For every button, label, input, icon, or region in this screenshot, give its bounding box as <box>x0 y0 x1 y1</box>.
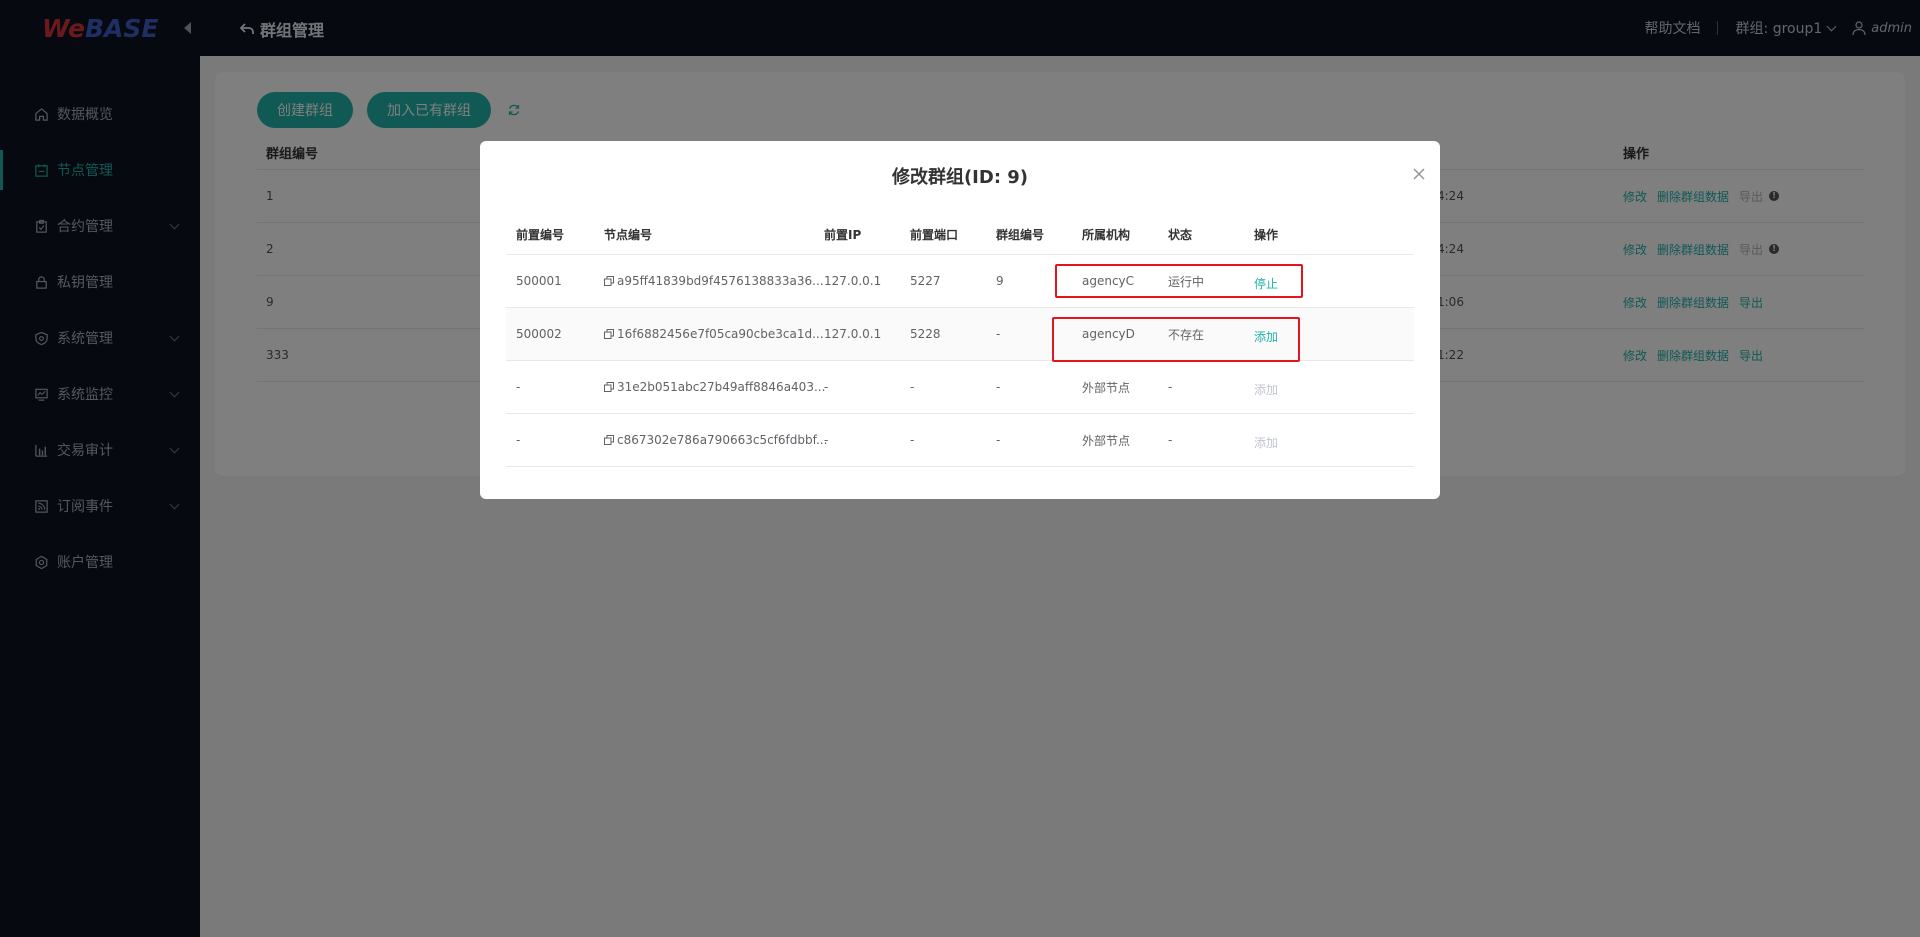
table-row: - 31e2b051abc27b49aff8846a403... - - - 外… <box>506 361 1414 414</box>
front-port-cell: - <box>910 380 915 394</box>
node-id-text: 31e2b051abc27b49aff8846a403... <box>617 380 826 394</box>
close-icon[interactable] <box>1412 167 1426 181</box>
copy-icon[interactable] <box>604 382 614 392</box>
front-ip-cell: - <box>824 433 829 447</box>
front-id-cell: 500001 <box>516 274 562 288</box>
table-row: - c867302e786a790663c5cf6fdbbf... - - - … <box>506 414 1414 467</box>
add-link-disabled: 添加 <box>1254 436 1279 450</box>
node-table-header: 前置编号 节点编号 前置IP 前置端口 群组编号 所属机构 状态 操作 <box>506 215 1414 255</box>
header-action: 操作 <box>1254 228 1279 242</box>
group-id-cell: - <box>996 380 1001 394</box>
copy-icon[interactable] <box>604 276 614 286</box>
front-ip-cell: 127.0.0.1 <box>824 274 882 288</box>
status-cell: - <box>1168 433 1173 447</box>
status-cell: - <box>1168 380 1173 394</box>
add-link-disabled: 添加 <box>1254 383 1279 397</box>
node-id-cell: 16f6882456e7f05ca90cbe3ca1d... <box>604 327 824 341</box>
group-id-cell: - <box>996 433 1001 447</box>
highlight-box-row1 <box>1055 264 1303 298</box>
copy-icon[interactable] <box>604 329 614 339</box>
node-id-text: c867302e786a790663c5cf6fdbbf... <box>617 433 828 447</box>
node-id-cell: 31e2b051abc27b49aff8846a403... <box>604 380 825 394</box>
copy-icon[interactable] <box>604 435 614 445</box>
edit-group-modal: 修改群组(ID: 9) 前置编号 节点编号 前置IP 前置端口 群组编号 所属机… <box>480 141 1440 499</box>
group-id-cell: - <box>996 327 1001 341</box>
node-id-text: a95ff41839bd9f4576138833a36... <box>617 274 824 288</box>
node-id-cell: c867302e786a790663c5cf6fdbbf... <box>604 433 827 447</box>
header-agency: 所属机构 <box>1082 228 1131 242</box>
header-status: 状态 <box>1168 228 1193 242</box>
agency-cell: 外部节点 <box>1082 433 1131 448</box>
highlight-box-row2 <box>1052 317 1300 362</box>
group-id-cell: 9 <box>996 274 1004 288</box>
modal-title: 修改群组(ID: 9) <box>891 167 1029 188</box>
agency-cell: 外部节点 <box>1082 380 1131 395</box>
front-port-cell: 5228 <box>910 327 941 341</box>
front-ip-cell: 127.0.0.1 <box>824 327 882 341</box>
front-id-cell: - <box>516 380 521 394</box>
front-port-cell: - <box>910 433 915 447</box>
header-front-id: 前置编号 <box>516 228 565 242</box>
node-id-text: 16f6882456e7f05ca90cbe3ca1d... <box>617 327 824 341</box>
front-id-cell: - <box>516 433 521 447</box>
header-front-ip: 前置IP <box>824 228 862 242</box>
header-front-port: 前置端口 <box>910 228 959 242</box>
node-id-cell: a95ff41839bd9f4576138833a36... <box>604 274 824 288</box>
front-ip-cell: - <box>824 380 829 394</box>
front-port-cell: 5227 <box>910 274 941 288</box>
front-id-cell: 500002 <box>516 327 562 341</box>
header-group-id: 群组编号 <box>996 228 1045 242</box>
header-node-id: 节点编号 <box>604 228 653 242</box>
